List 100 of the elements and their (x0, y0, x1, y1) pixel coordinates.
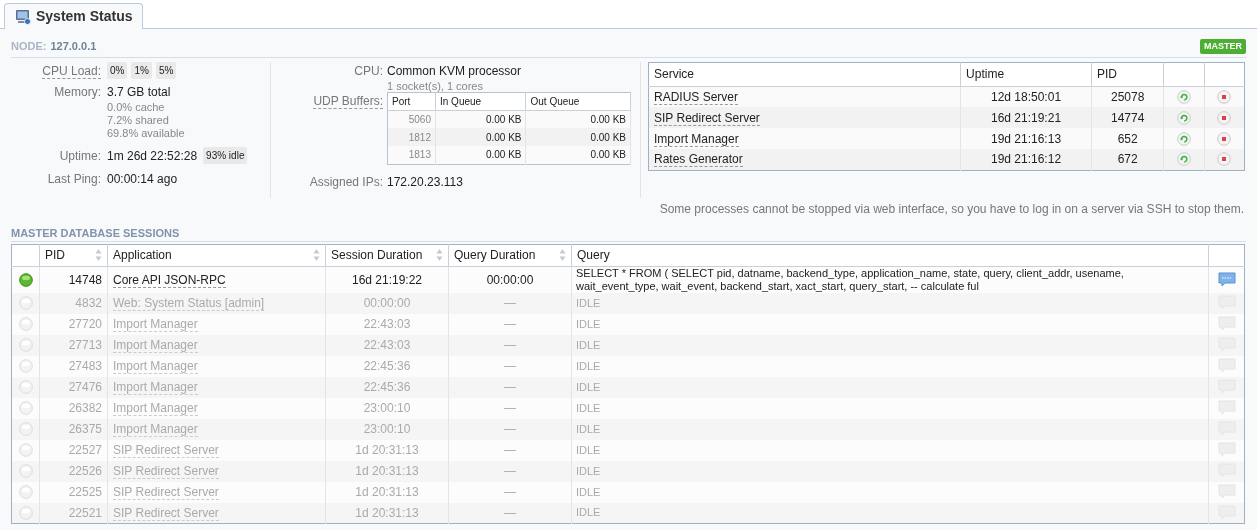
sort-icon[interactable] (95, 248, 102, 262)
restart-icon[interactable] (1177, 131, 1192, 146)
comment-icon[interactable] (1217, 358, 1236, 374)
table-cell: 652 (1091, 128, 1164, 149)
table-cell: 23:00:10 (325, 397, 449, 419)
comment-icon[interactable] (1217, 504, 1236, 521)
assigned-ips-label: Assigned IPs: (308, 173, 383, 191)
stop-icon[interactable] (1217, 131, 1232, 146)
table-cell: — (448, 376, 572, 398)
table-cell: 14748 (39, 266, 108, 293)
table-cell: — (448, 292, 572, 314)
comment-icon[interactable] (1217, 484, 1236, 500)
master-badge: MASTER (1200, 38, 1246, 54)
memory-detail: 0.0% cache (107, 100, 166, 114)
udp-buffers-label[interactable]: UDP Buffers: (281, 91, 383, 165)
table-cell: 26375 (39, 418, 108, 440)
column-header: PID (1091, 62, 1164, 86)
column-header[interactable]: PID (45, 248, 65, 262)
assigned-ips-value: 172.20.23.113 (387, 173, 463, 191)
table-cell: — (448, 334, 572, 356)
table-cell: 1d 20:31:13 (325, 439, 449, 461)
table-cell: 19d 21:16:13 (960, 128, 1092, 149)
column-header: Out Queue (526, 92, 631, 110)
cpu-load-label[interactable]: CPU Load: (15, 61, 101, 80)
stop-icon[interactable] (1217, 89, 1232, 104)
table-cell: 14774 (1091, 107, 1164, 128)
sort-icon[interactable] (559, 248, 566, 262)
column-header[interactable]: Query Duration (454, 248, 536, 262)
application-link[interactable]: Core API JSON-RPC (113, 272, 226, 288)
uptime-label: Uptime: (58, 147, 101, 165)
service-name[interactable]: Import Manager (654, 131, 739, 147)
query-cell: IDLE (571, 439, 1209, 461)
comment-icon[interactable] (1217, 442, 1236, 458)
application-link[interactable]: Import Manager (113, 317, 198, 332)
service-name[interactable]: Rates Generator (654, 152, 743, 168)
restart-icon[interactable] (1177, 89, 1192, 104)
application-link[interactable]: Import Manager (113, 359, 198, 374)
sort-icon[interactable] (436, 248, 443, 262)
table-cell: 1d 20:31:13 (325, 460, 449, 482)
query-cell: IDLE (571, 481, 1209, 503)
table-cell: 672 (1091, 149, 1164, 170)
table-cell: — (448, 481, 572, 503)
table-cell: 27713 (39, 334, 108, 356)
table-cell: 16d 21:19:22 (325, 266, 449, 293)
restart-icon[interactable] (1177, 110, 1192, 125)
system-status-tab[interactable]: System Status (4, 3, 144, 29)
table-cell: — (448, 439, 572, 461)
table-cell: 0.00 KB (526, 146, 631, 164)
comment-icon[interactable] (1217, 316, 1236, 332)
node-label: NODE: (11, 39, 47, 54)
query-cell: IDLE (571, 502, 1209, 524)
cpu-label: CPU: (353, 62, 383, 80)
last-ping-value: 00:00:14 ago (107, 170, 178, 188)
table-cell: — (448, 397, 572, 419)
stop-icon[interactable] (1217, 152, 1232, 167)
stop-icon[interactable] (1217, 110, 1232, 125)
node-address: 127.0.0.1 (50, 39, 97, 54)
column-header: Port (387, 92, 436, 110)
table-cell: 27483 (39, 355, 108, 377)
query-cell: IDLE (571, 313, 1209, 335)
table-cell: 22:43:03 (325, 334, 449, 356)
table-cell: 19d 21:16:12 (960, 149, 1092, 170)
table-cell: 22:43:03 (325, 313, 449, 335)
load-badge: 1% (131, 62, 152, 79)
sessions-heading: MASTER DATABASE SESSIONS (11, 225, 1246, 242)
memory-detail: 69.8% available (107, 126, 185, 140)
comment-icon[interactable] (1217, 400, 1236, 416)
column-header[interactable]: Session Duration (331, 248, 423, 262)
column-header: Service (648, 62, 961, 86)
query-cell: IDLE (571, 376, 1209, 398)
table-cell: — (448, 313, 572, 335)
table-cell: 00:00:00 (325, 292, 449, 314)
table-cell: 22527 (39, 439, 108, 461)
query-cell: IDLE (571, 292, 1209, 314)
application-link[interactable]: SIP Redirect Server (113, 443, 219, 458)
service-name[interactable]: RADIUS Server (654, 89, 739, 105)
query-cell: IDLE (571, 355, 1209, 377)
table-cell: 22525 (39, 481, 108, 503)
table-cell: — (448, 418, 572, 440)
monitor-icon (15, 8, 31, 25)
table-cell: 27720 (39, 313, 108, 335)
application-link[interactable]: SIP Redirect Server (113, 485, 219, 500)
restart-icon[interactable] (1177, 152, 1192, 167)
application-link[interactable]: Import Manager (113, 401, 198, 416)
table-cell: 0.00 KB (435, 146, 526, 164)
comment-icon[interactable] (1217, 271, 1236, 288)
table-cell: — (448, 502, 572, 524)
memory-total: 3.7 GB total (107, 83, 172, 101)
table-cell: 27476 (39, 376, 108, 398)
query-cell: IDLE (571, 418, 1209, 440)
query-cell: IDLE (571, 334, 1209, 356)
memory-label: Memory: (53, 83, 101, 101)
column-header[interactable]: Query (577, 248, 610, 262)
service-name[interactable]: SIP Redirect Server (654, 110, 760, 126)
table-cell: 22521 (39, 502, 108, 524)
cpu-detail: 1 socket(s), 1 cores (387, 79, 484, 92)
sort-icon[interactable] (313, 248, 320, 262)
column-header[interactable]: Application (113, 248, 172, 262)
cpu-model: Common KVM processor (387, 62, 522, 80)
table-cell: 23:00:10 (325, 418, 449, 440)
